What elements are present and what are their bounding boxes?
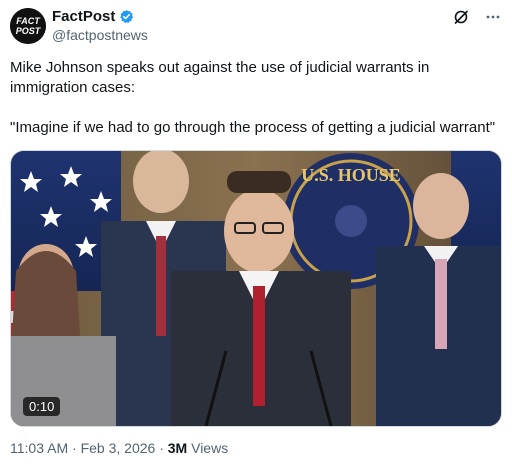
avatar-logo-line1: FACT	[16, 16, 41, 26]
video-duration: 0:10	[23, 397, 61, 416]
post-text: Mike Johnson speaks out against the use …	[10, 58, 502, 138]
post-metadata: 11:03 AM · Feb 3, 2026 · 3M Views	[10, 440, 228, 456]
avatar-logo-line2: POST	[16, 26, 42, 36]
house-seal-text: U.S. HOUSE	[301, 165, 401, 185]
video-frame: U.S. HOUSE	[11, 151, 501, 426]
verified-badge-icon	[119, 9, 134, 24]
display-name[interactable]: FactPost	[52, 8, 115, 25]
views-label: Views	[191, 440, 229, 456]
meta-separator: ·	[72, 440, 77, 456]
author-handle[interactable]: @factpostnews	[52, 27, 148, 43]
more-options-icon[interactable]	[484, 8, 502, 26]
post-time[interactable]: 11:03 AM	[10, 440, 68, 456]
video-player[interactable]: U.S. HOUSE 0:10	[10, 150, 502, 427]
post-date[interactable]: Feb 3, 2026	[81, 440, 156, 456]
post-text-line1: Mike Johnson speaks out against the use …	[10, 59, 430, 96]
grok-icon[interactable]	[452, 8, 470, 26]
avatar[interactable]: FACT POST	[10, 8, 46, 44]
post-text-quote: "Imagine if we had to go through the pro…	[10, 119, 496, 136]
meta-separator: ·	[159, 440, 164, 456]
views-count: 3M	[167, 440, 188, 456]
